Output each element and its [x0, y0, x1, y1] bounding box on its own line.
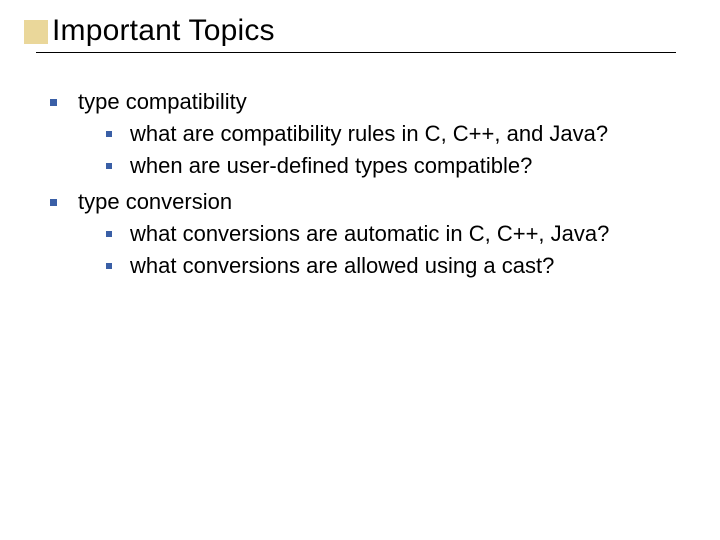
slide-title: Important Topics [52, 14, 275, 47]
outline-sublist: what are compatibility rules in C, C++, … [78, 118, 680, 182]
slide-body: type compatibility what are compatibilit… [50, 86, 680, 286]
list-item: what conversions are automatic in C, C++… [106, 218, 680, 250]
title-underline [36, 52, 676, 53]
square-bullet-icon [50, 199, 57, 206]
title-accent-block [24, 20, 48, 44]
list-item-label: what are compatibility rules in C, C++, … [130, 121, 608, 146]
list-item-label: type conversion [78, 189, 232, 214]
list-item-label: type compatibility [78, 89, 247, 114]
list-item-label: when are user-defined types compatible? [130, 153, 532, 178]
list-item: type compatibility what are compatibilit… [50, 86, 680, 182]
square-bullet-icon [106, 231, 112, 237]
square-bullet-icon [106, 263, 112, 269]
outline-sublist: what conversions are automatic in C, C++… [78, 218, 680, 282]
list-item: what conversions are allowed using a cas… [106, 250, 680, 282]
title-wrap: Important Topics [52, 14, 275, 48]
list-item: what are compatibility rules in C, C++, … [106, 118, 680, 150]
list-item: type conversion what conversions are aut… [50, 186, 680, 282]
square-bullet-icon [106, 163, 112, 169]
list-item-label: what conversions are automatic in C, C++… [130, 221, 609, 246]
list-item: when are user-defined types compatible? [106, 150, 680, 182]
list-item-label: what conversions are allowed using a cas… [130, 253, 554, 278]
square-bullet-icon [50, 99, 57, 106]
slide: Important Topics type compatibility what… [0, 0, 720, 540]
square-bullet-icon [106, 131, 112, 137]
outline-list: type compatibility what are compatibilit… [50, 86, 680, 282]
